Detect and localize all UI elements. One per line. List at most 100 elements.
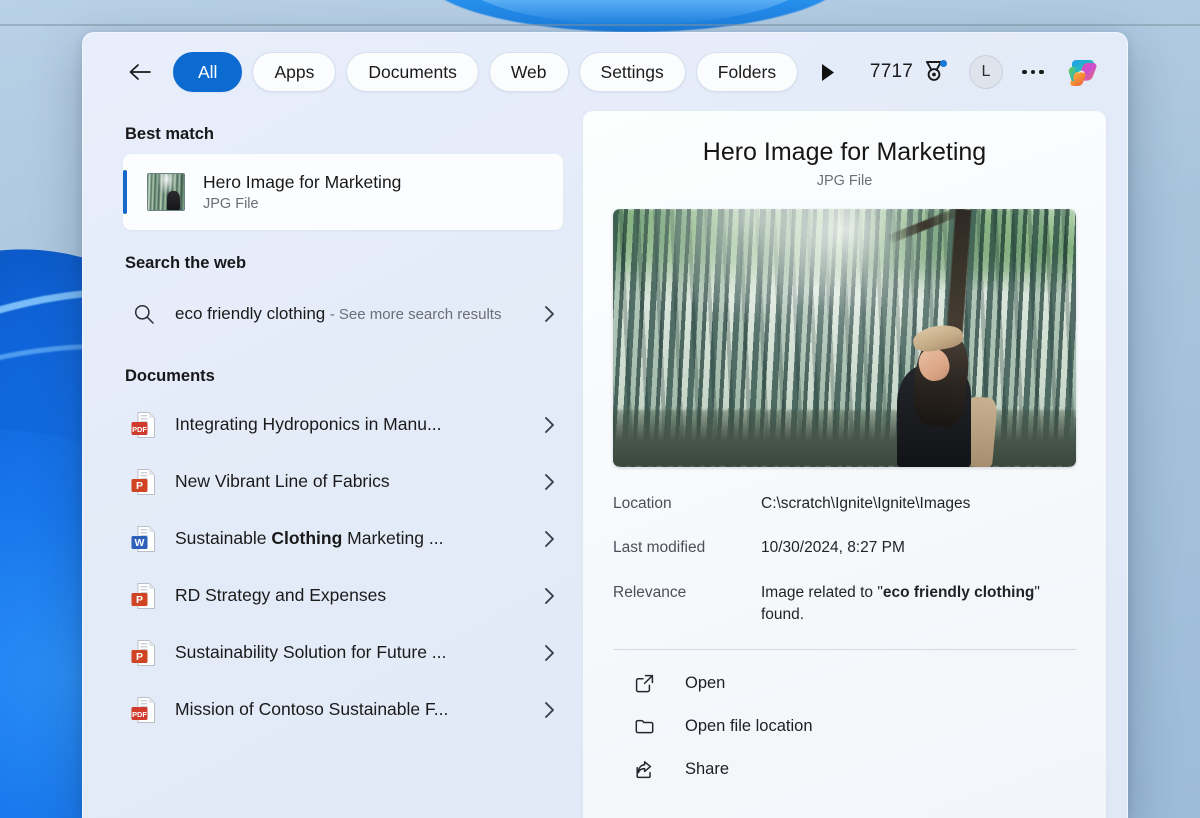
preview-floor <box>613 410 1076 467</box>
best-match-result[interactable]: Hero Image for Marketing JPG File <box>123 154 563 230</box>
search-content: Best match Hero Image for Marketing JPG … <box>83 111 1127 818</box>
powerpoint-file-icon: P <box>127 582 161 610</box>
filter-pill-label: Folders <box>717 61 777 82</box>
open-external-icon <box>631 673 657 694</box>
search-window: All Apps Documents Web Settings Folders <box>82 32 1128 818</box>
filter-pill-web[interactable]: Web <box>488 52 569 92</box>
document-result-row[interactable]: PDF Mission of Contoso Sustainable F... <box>123 681 563 738</box>
dot <box>1039 69 1044 75</box>
filter-pill-settings[interactable]: Settings <box>578 52 686 92</box>
chevron-right-icon[interactable] <box>535 587 563 605</box>
metadata-label: Last modified <box>613 539 706 557</box>
svg-text:PDF: PDF <box>132 710 147 719</box>
rewards-notification-dot <box>940 60 947 67</box>
documents-list: PDF Integrating Hydroponics in Manu... P Ne… <box>123 396 573 738</box>
action-share[interactable]: Share <box>613 748 1076 791</box>
powerpoint-file-icon: P <box>127 468 161 496</box>
filter-pill-folders[interactable]: Folders <box>695 52 799 92</box>
search-icon <box>127 303 161 325</box>
metadata-row-location: Location C:\scratch\Ignite\Ignite\Images <box>613 493 1076 515</box>
pdf-file-icon: PDF <box>127 696 161 724</box>
document-title: Integrating Hydroponics in Manu... <box>175 414 442 434</box>
image-preview[interactable] <box>613 209 1076 467</box>
copilot-icon[interactable] <box>1061 50 1105 94</box>
document-result-row[interactable]: P Sustainability Solution for Future ... <box>123 624 563 681</box>
wallpaper-top-arc <box>420 0 850 32</box>
metadata-value: Image related to "eco friendly clothing"… <box>761 582 1076 627</box>
detail-subtitle: JPG File <box>816 173 873 189</box>
powerpoint-file-icon: P <box>127 639 161 667</box>
play-forward-icon[interactable] <box>810 54 846 90</box>
action-label: Open file location <box>685 716 813 735</box>
filter-pill-bar: All Apps Documents Web Settings Folders <box>173 49 806 95</box>
desktop-background: All Apps Documents Web Settings Folders <box>0 0 1200 818</box>
chevron-right-icon[interactable] <box>535 701 563 719</box>
section-header-best-match: Best match <box>125 125 214 143</box>
svg-text:P: P <box>136 480 143 492</box>
best-match-text: Hero Image for Marketing JPG File <box>203 172 401 213</box>
metadata-label: Location <box>613 495 672 512</box>
svg-text:P: P <box>136 651 143 663</box>
best-match-subtitle: JPG File <box>203 196 259 213</box>
wallpaper-horizon-line <box>0 24 1200 26</box>
chevron-right-icon[interactable] <box>535 473 563 491</box>
document-title: Sustainable Clothing Marketing ... <box>175 528 444 548</box>
svg-text:PDF: PDF <box>132 425 147 434</box>
detail-title: Hero Image for Marketing <box>702 138 987 166</box>
avatar-initial: L <box>981 63 991 80</box>
metadata-value: 10/30/2024, 8:27 PM <box>761 539 905 557</box>
document-result-row[interactable]: W Sustainable Clothing Marketing ... <box>123 510 563 567</box>
web-search-query: eco friendly clothing <box>175 303 326 323</box>
chevron-right-icon[interactable] <box>535 530 563 548</box>
section-header-search-the-web: Search the web <box>125 254 247 272</box>
web-search-result[interactable]: eco friendly clothing - See more search … <box>123 283 563 345</box>
relevance-prefix: Image related to " <box>761 583 883 601</box>
relevance-query: eco friendly clothing <box>882 583 1035 601</box>
web-search-suffix: - See more search results <box>329 305 502 323</box>
action-open-file-location[interactable]: Open file location <box>613 705 1076 748</box>
share-icon <box>631 759 657 780</box>
more-dots-icon[interactable] <box>1015 54 1051 90</box>
folder-icon <box>631 716 657 737</box>
rewards-count: 7717 <box>869 61 913 82</box>
filter-pill-all[interactable]: All <box>173 52 243 92</box>
preview-person <box>889 307 999 467</box>
web-search-text: eco friendly clothing - See more search … <box>175 303 535 326</box>
metadata-value: C:\scratch\Ignite\Ignite\Images <box>761 495 971 512</box>
document-result-row[interactable]: P New Vibrant Line of Fabrics <box>123 453 563 510</box>
document-title: Mission of Contoso Sustainable F... <box>175 699 449 719</box>
svg-text:W: W <box>135 537 145 549</box>
chevron-right-icon[interactable] <box>535 305 563 323</box>
filter-pill-label: All <box>198 61 218 82</box>
section-header-documents: Documents <box>125 367 215 385</box>
word-file-icon: W <box>127 525 161 553</box>
filter-pill-documents[interactable]: Documents <box>346 52 479 92</box>
chevron-right-icon[interactable] <box>535 416 563 434</box>
metadata-label: Relevance <box>613 583 687 601</box>
document-title: RD Strategy and Expenses <box>175 585 387 605</box>
action-label: Open <box>685 673 726 692</box>
search-toolbar: All Apps Documents Web Settings Folders <box>83 33 1127 111</box>
best-match-title: Hero Image for Marketing <box>203 171 402 192</box>
medal-icon <box>921 59 947 85</box>
filter-pill-label: Apps <box>274 61 315 82</box>
svg-text:P: P <box>136 594 143 606</box>
document-title: New Vibrant Line of Fabrics <box>175 471 390 491</box>
filter-pill-label: Documents <box>368 61 457 82</box>
metadata-row-relevance: Relevance Image related to "eco friendly… <box>613 582 1076 627</box>
action-open[interactable]: Open <box>613 662 1076 705</box>
action-label: Share <box>685 759 730 778</box>
detail-pane: Hero Image for Marketing JPG File Locati… <box>583 111 1106 818</box>
filter-pill-apps[interactable]: Apps <box>252 52 337 92</box>
chevron-right-icon[interactable] <box>535 644 563 662</box>
document-result-row[interactable]: P RD Strategy and Expenses <box>123 567 563 624</box>
dot <box>1030 69 1036 75</box>
back-button[interactable] <box>123 55 157 89</box>
pdf-file-icon: PDF <box>127 411 161 439</box>
document-result-row[interactable]: PDF Integrating Hydroponics in Manu... <box>123 396 563 453</box>
wallpaper-top-arc-highlight <box>455 0 815 25</box>
results-pane: Best match Hero Image for Marketing JPG … <box>83 111 573 818</box>
actions-list: Open Open file location Share <box>613 650 1076 791</box>
avatar[interactable]: L <box>969 55 1003 89</box>
rewards-button[interactable]: 7717 <box>864 55 953 89</box>
